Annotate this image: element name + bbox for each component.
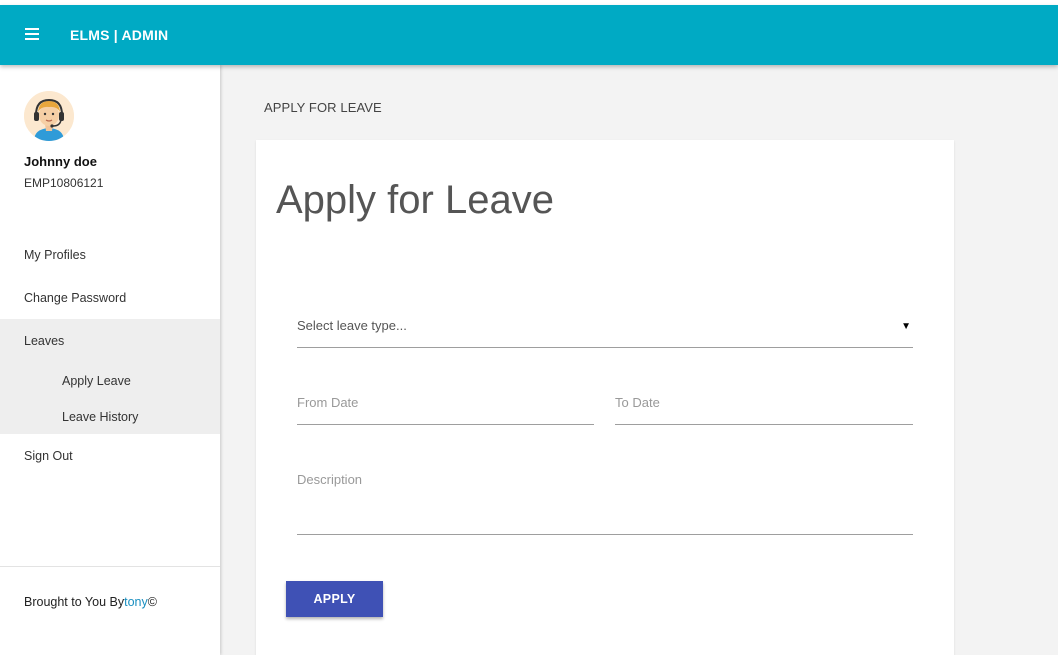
sidebar-item-apply-leave[interactable]: Apply Leave [0,374,220,388]
footer-author-link[interactable]: tony [124,595,148,609]
apply-button[interactable]: APPLY [286,581,383,617]
from-date-field[interactable] [297,393,594,410]
form-title: Apply for Leave [276,178,554,222]
user-avatar [24,91,74,141]
description-field[interactable] [297,470,913,530]
copyright-symbol: © [147,595,157,609]
employee-id: EMP10806121 [24,176,104,190]
user-name: Johnny doe [24,154,97,169]
apply-leave-card: Apply for Leave Select leave type... ▼ A… [256,140,954,655]
sidebar-item-my-profiles[interactable]: My Profiles [0,248,220,262]
from-date-field-wrapper [297,393,594,425]
sidebar-item-leave-history[interactable]: Leave History [0,410,220,424]
sidebar: Johnny doe EMP10806121 My Profiles Chang… [0,65,220,655]
sidebar-item-change-password[interactable]: Change Password [0,291,220,305]
sidebar-item-leaves[interactable]: Leaves [0,334,220,348]
to-date-field-wrapper [615,393,913,425]
page-breadcrumb: APPLY FOR LEAVE [264,100,382,115]
app-brand: ELMS | ADMIN [70,27,169,43]
footer-prefix: Brought to You By [24,595,125,609]
sidebar-item-sign-out[interactable]: Sign Out [0,449,220,463]
support-agent-icon [24,91,74,141]
to-date-field[interactable] [615,393,913,410]
dropdown-caret-icon: ▼ [901,321,911,332]
sidebar-divider [0,566,220,567]
sidebar-footer: Brought to You Bytony© [24,595,157,609]
top-app-bar: ELMS | ADMIN [0,5,1058,65]
leave-type-placeholder: Select leave type... [297,318,407,333]
description-field-wrapper [297,470,913,535]
leave-type-select[interactable]: Select leave type... ▼ [297,315,913,348]
hamburger-icon[interactable] [25,28,39,42]
